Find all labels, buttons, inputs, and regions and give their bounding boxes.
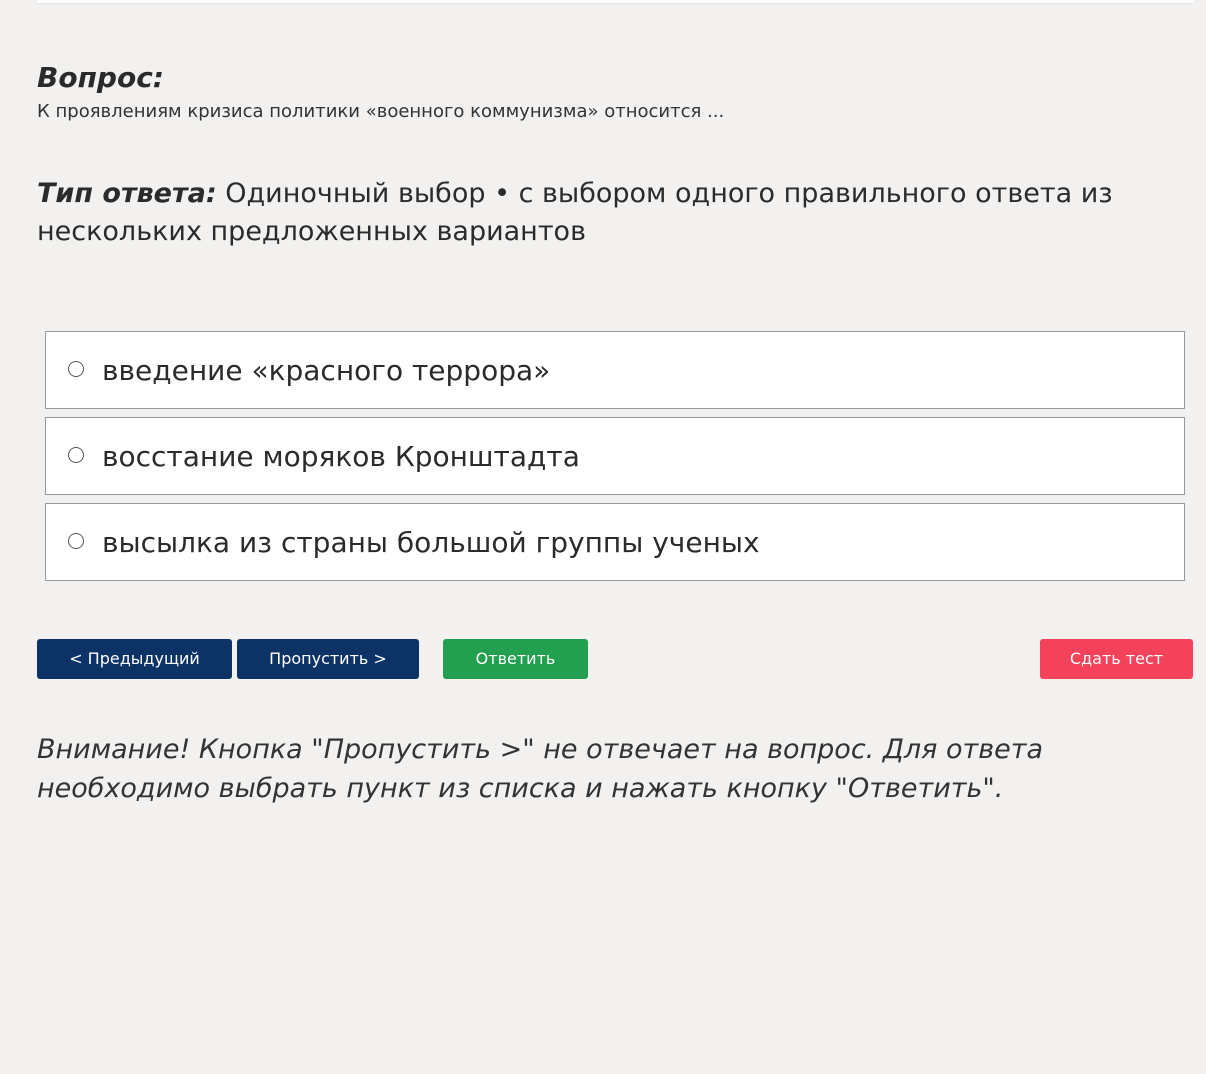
answer-type-label: Тип ответа: xyxy=(37,178,217,209)
answer-option-2[interactable]: восстание моряков Кронштадта xyxy=(45,417,1185,495)
warning-notice: Внимание! Кнопка "Пропустить >" не отвеч… xyxy=(37,734,1044,804)
answer-button[interactable]: Ответить xyxy=(443,639,588,679)
answer-option-1[interactable]: введение «красного террора» xyxy=(45,331,1185,409)
previous-button[interactable]: < Предыдущий xyxy=(37,639,232,679)
option-label: восстание моряков Кронштадта xyxy=(102,440,580,473)
submit-test-button[interactable]: Сдать тест xyxy=(1040,639,1193,679)
option-label: введение «красного террора» xyxy=(102,354,551,387)
answer-type: Тип ответа: Одиночный выбор • с выбором … xyxy=(37,175,1167,251)
top-panel xyxy=(37,0,1193,4)
skip-button[interactable]: Пропустить > xyxy=(237,639,419,679)
option-label: высылка из страны большой группы ученых xyxy=(102,526,760,559)
question-heading: Вопрос: xyxy=(37,61,164,94)
radio-button[interactable] xyxy=(68,533,84,549)
radio-button[interactable] xyxy=(68,447,84,463)
question-text: К проявлениям кризиса политики «военного… xyxy=(37,101,725,122)
answer-option-3[interactable]: высылка из страны большой группы ученых xyxy=(45,503,1185,581)
answer-options: введение «красного террора» восстание мо… xyxy=(45,331,1185,589)
radio-button[interactable] xyxy=(68,361,84,377)
